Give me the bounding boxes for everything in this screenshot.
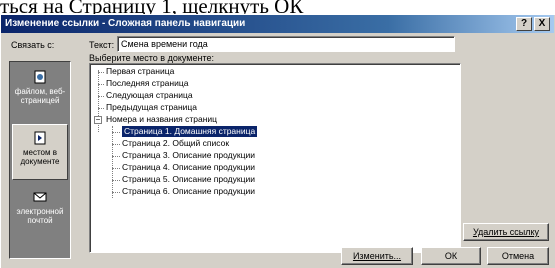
document-places-tree[interactable]: Первая страница Последняя страница Следу… (89, 63, 461, 253)
tree-item-prev-page[interactable]: Предыдущая страница (106, 102, 197, 113)
remove-link-label: Удалить ссылку (472, 227, 540, 237)
link-email-button[interactable]: электронной почтой (12, 184, 68, 240)
web-page-icon (34, 70, 46, 84)
dialog-title: Изменение ссылки - Сложная панель навига… (5, 18, 246, 29)
document-place-icon (34, 131, 46, 145)
close-button[interactable]: X (534, 17, 550, 31)
tree-item-page-4[interactable]: Страница 4. Описание продукции (122, 162, 255, 173)
cancel-button[interactable]: Отмена (487, 247, 549, 265)
help-button[interactable]: ? (516, 17, 532, 31)
dialog-titlebar[interactable]: Изменение ссылки - Сложная панель навига… (1, 15, 554, 33)
tree-item-page-1[interactable]: Страница 1. Домашняя страница (120, 125, 259, 138)
text-label: Текст: (89, 40, 115, 50)
link-file-web-button[interactable]: файлом, веб-страницей (12, 64, 68, 120)
tree-item-page-2[interactable]: Страница 2. Общий список (122, 138, 229, 149)
change-label: Изменить... (352, 251, 402, 261)
tree-item-first-page[interactable]: Первая страница (106, 66, 174, 77)
link-document-place-button[interactable]: местом в документе (12, 124, 68, 180)
tree-item-pages-group[interactable]: Номера и названия страниц (106, 114, 217, 125)
tree-item-page-6[interactable]: Страница 6. Описание продукции (122, 186, 255, 197)
link-text-input[interactable]: Смена времени года (117, 36, 455, 52)
edit-hyperlink-dialog: Изменение ссылки - Сложная панель навига… (0, 14, 555, 268)
tree-item-last-page[interactable]: Последняя страница (106, 78, 188, 89)
tree-item-next-page[interactable]: Следующая страница (106, 90, 193, 101)
change-button[interactable]: Изменить... (341, 247, 413, 265)
link-email-label: электронной почтой (16, 207, 64, 225)
link-to-label: Связать с: (11, 40, 55, 50)
link-document-place-label: местом в документе (20, 148, 60, 166)
choose-place-label: Выберите место в документе: (89, 53, 214, 63)
tree-item-page-5[interactable]: Страница 5. Описание продукции (122, 174, 255, 185)
ok-button[interactable]: ОК (421, 247, 481, 265)
link-file-web-label: файлом, веб-страницей (14, 87, 66, 105)
tree-item-page-3[interactable]: Страница 3. Описание продукции (122, 150, 255, 161)
tree-collapse-toggle[interactable]: − (94, 116, 102, 124)
link-to-bar: файлом, веб-страницей местом в документе… (9, 61, 71, 259)
email-icon (33, 192, 47, 202)
remove-link-button[interactable]: Удалить ссылку (463, 223, 549, 241)
